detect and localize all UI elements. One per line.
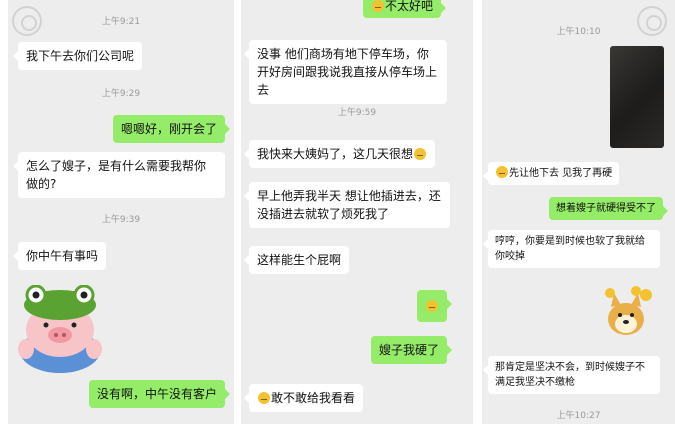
message-received[interactable]: 没事 他们商场有地下停车场，你开好房间跟我说我直接从停车场上去 bbox=[244, 40, 447, 104]
chat-panel-1: 上午9:21 我下午去你们公司呢 上午9:29 嗯嗯好，刚开会了 怎么了嫂子，是… bbox=[8, 0, 234, 424]
timestamp: 上午9:21 bbox=[101, 17, 141, 27]
timestamp: 上午10:10 bbox=[556, 27, 601, 37]
message-received[interactable]: 那肯定是坚决不会，到时候嫂子不满足我坚决不缴枪 bbox=[483, 356, 660, 394]
message-received[interactable]: 我下午去你们公司呢 bbox=[12, 42, 143, 70]
message-received[interactable]: 你中午有事吗 bbox=[12, 242, 107, 270]
message-received[interactable]: 哼哼，你要是到时候也软了我就给你咬掉 bbox=[483, 230, 660, 268]
emoji-icon bbox=[426, 300, 438, 312]
emoji-icon bbox=[414, 148, 427, 160]
message-sent[interactable]: 嗯嗯好，刚开会了 bbox=[112, 115, 231, 143]
message-sent[interactable]: 嫂子我硬了 bbox=[370, 336, 453, 364]
message-received[interactable]: 这样能生个屁啊 bbox=[243, 246, 350, 274]
emoji-icon bbox=[258, 392, 270, 404]
timestamp: 上午9:59 bbox=[337, 108, 377, 118]
message-sent[interactable]: 想着嫂子就硬得受不了 bbox=[549, 197, 668, 220]
dark-photo[interactable] bbox=[610, 46, 664, 148]
doge-sticker[interactable] bbox=[602, 285, 656, 337]
chat-panel-2: 不太好吧 没事 他们商场有地下停车场，你开好房间跟我说我直接从停车场上去 上午9… bbox=[241, 0, 473, 424]
message-received[interactable]: 敢不敢给我看看 bbox=[243, 384, 364, 412]
timestamp: 上午9:39 bbox=[101, 215, 141, 225]
message-received[interactable]: 早上他弄我半天 想让他插进去，还没插进去就软了烦死我了 bbox=[244, 182, 450, 228]
message-received[interactable]: 我快来大姨妈了，这几天很想 bbox=[243, 140, 436, 168]
message-received[interactable]: 怎么了嫂子，是有什么需要我帮你做的? bbox=[13, 152, 225, 198]
emoji-icon bbox=[371, 0, 384, 12]
message-received[interactable]: 先让他下去 见我了再硬 bbox=[482, 162, 620, 185]
message-sent[interactable]: 没有啊，中午没有客户 bbox=[88, 380, 231, 408]
timestamp: 上午10:27 bbox=[556, 411, 601, 421]
message-sent-emoji[interactable] bbox=[417, 290, 452, 322]
emoji-icon bbox=[496, 166, 508, 178]
timestamp: 上午9:29 bbox=[101, 89, 141, 99]
message-sent[interactable]: 不太好吧 bbox=[362, 0, 447, 18]
chat-panel-3: 上午10:10 先让他下去 见我了再硬 想着嫂子就硬得受不了 哼哼，你要是到时候… bbox=[482, 0, 675, 424]
pig-frog-sticker[interactable] bbox=[14, 284, 106, 373]
